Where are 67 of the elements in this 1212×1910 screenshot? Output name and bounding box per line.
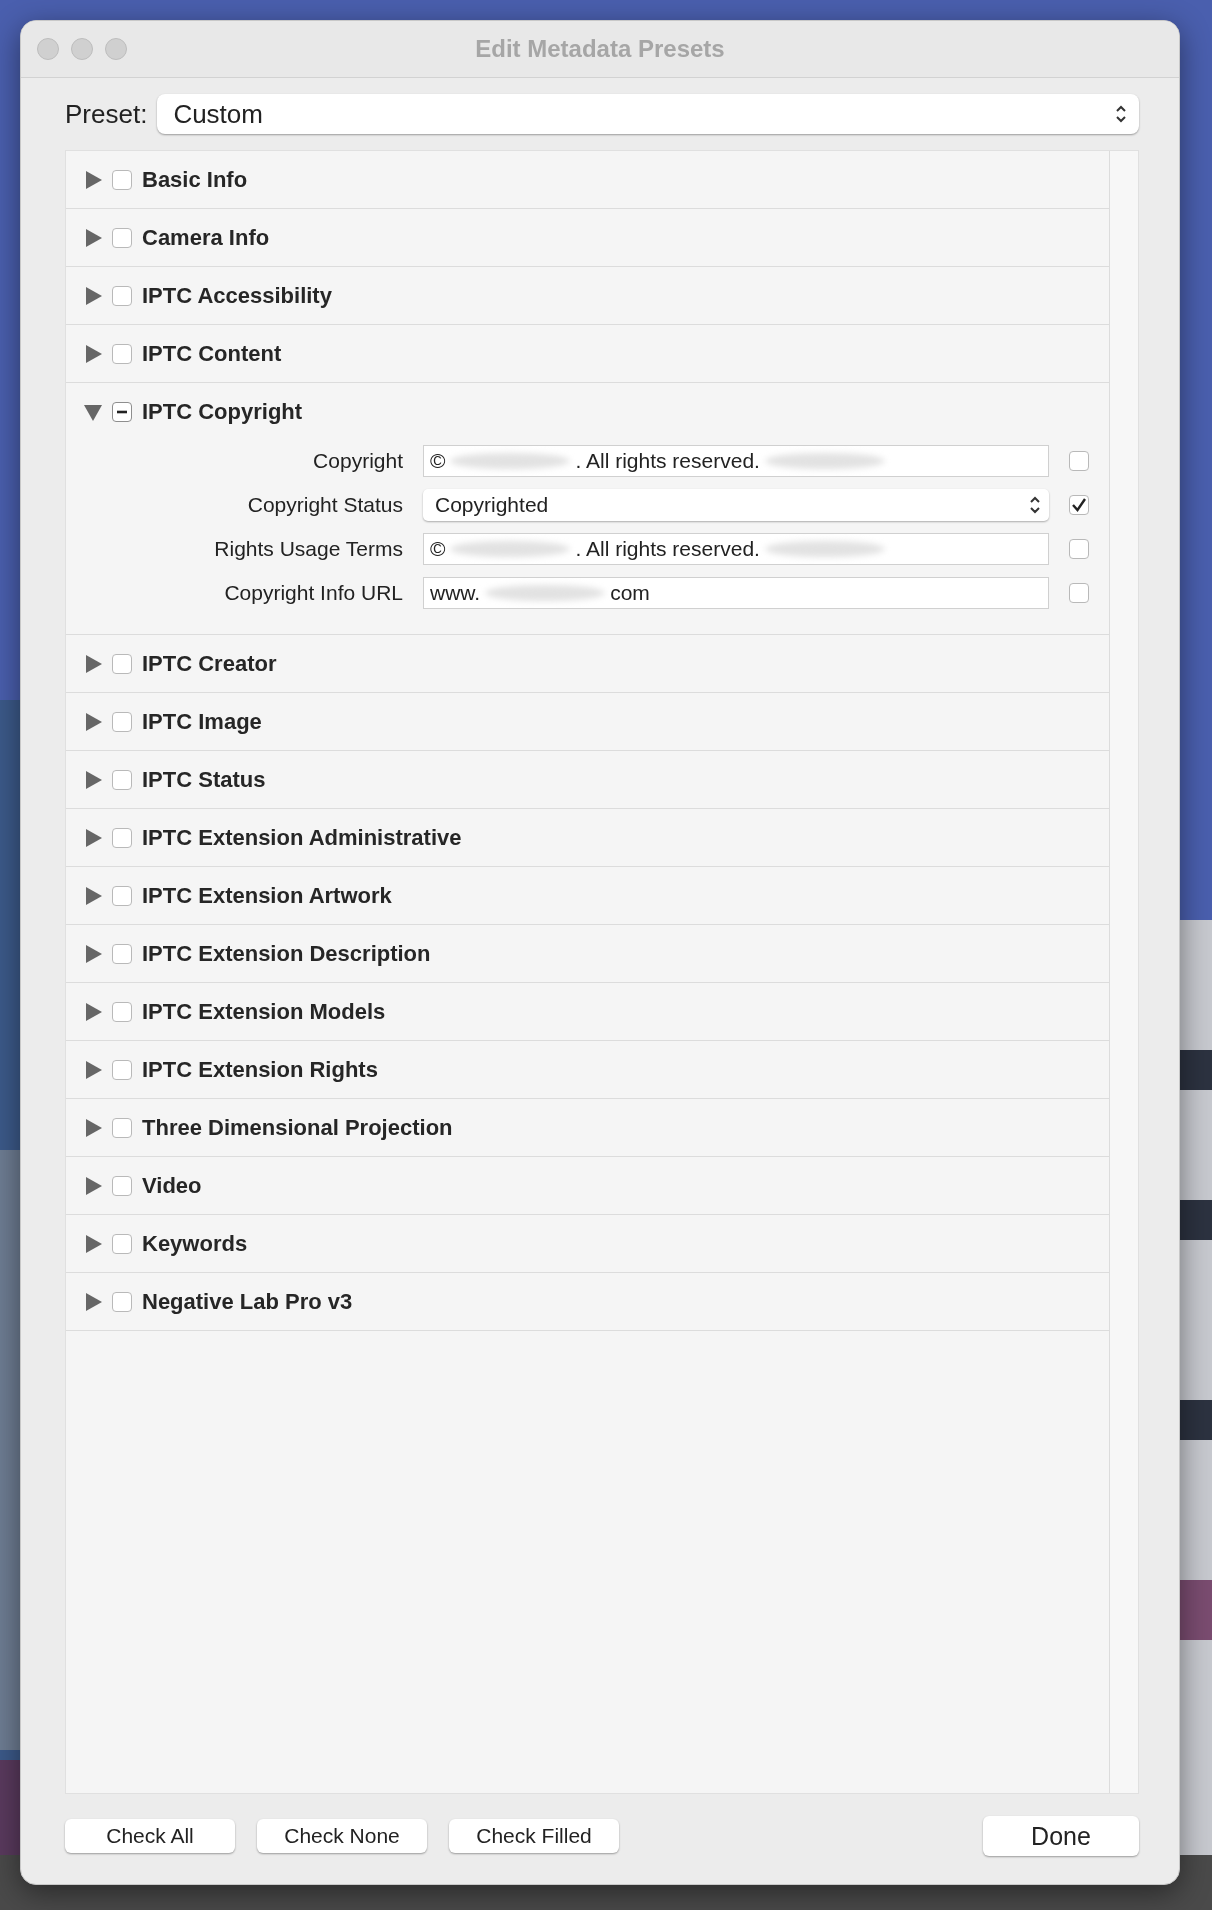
dash-icon: [116, 409, 128, 414]
checkbox[interactable]: [1069, 583, 1089, 603]
field-text: www.: [430, 581, 481, 605]
window-title: Edit Metadata Presets: [475, 35, 725, 63]
section-title: Negative Lab Pro v3: [142, 1288, 353, 1315]
check-button[interactable]: Check None: [257, 1819, 427, 1853]
checkmark-icon: [1071, 497, 1087, 513]
checkbox[interactable]: [112, 653, 132, 674]
checkbox[interactable]: [112, 1059, 132, 1080]
check-button[interactable]: Check All: [65, 1819, 235, 1853]
input-field[interactable]: © . All rights reserved.: [423, 533, 1049, 565]
section-title: IPTC Extension Artwork: [142, 882, 392, 909]
section-title: IPTC Accessibility: [142, 282, 332, 309]
checkbox[interactable]: [112, 943, 132, 964]
checkbox[interactable]: [112, 401, 132, 422]
field-text: . All rights reserved.: [575, 449, 760, 473]
check-button[interactable]: Check Filled: [449, 1819, 619, 1853]
chevron-icon: [1029, 495, 1041, 515]
checkbox[interactable]: [1069, 539, 1089, 559]
section-title: IPTC Extension Models: [142, 998, 386, 1025]
field-label: Copyright: [312, 449, 403, 473]
section-title: Video: [142, 1172, 202, 1199]
input-field[interactable]: © . All rights reserved.: [423, 445, 1049, 477]
zoom-button[interactable]: [105, 38, 127, 60]
checkbox[interactable]: [112, 343, 132, 364]
section-title: Basic Info: [142, 166, 248, 193]
checkbox[interactable]: [112, 1117, 132, 1138]
checkbox[interactable]: [112, 827, 132, 848]
field-label: Copyright Status: [246, 493, 403, 517]
section-title: IPTC Creator: [142, 650, 277, 677]
checkbox[interactable]: [112, 1175, 132, 1196]
section-title: IPTC Content: [142, 340, 282, 367]
checkbox[interactable]: [112, 711, 132, 732]
section-title: Keywords: [142, 1230, 248, 1257]
checkbox[interactable]: [112, 769, 132, 790]
field-text: com: [610, 581, 650, 605]
checkbox[interactable]: [112, 1001, 132, 1022]
checkbox[interactable]: [112, 169, 132, 190]
field-label: Copyright Info URL: [223, 581, 403, 605]
checkbox[interactable]: [112, 1233, 132, 1254]
dropdown[interactable]: Copyrighted: [423, 489, 1049, 521]
close-button[interactable]: [37, 38, 59, 60]
input-field[interactable]: www. com: [423, 577, 1049, 609]
section-title: IPTC Image: [142, 708, 262, 735]
field-text: ©: [430, 449, 446, 473]
preset-label: Preset:: [65, 98, 148, 130]
done-button[interactable]: Done: [983, 1816, 1139, 1856]
checkbox[interactable]: [112, 1291, 132, 1312]
preset-dropdown[interactable]: Custom: [157, 94, 1139, 134]
checkbox[interactable]: [112, 285, 132, 306]
section-title: Three Dimensional Projection: [142, 1114, 453, 1141]
field-label: Rights Usage Terms: [213, 537, 403, 561]
checkbox[interactable]: [112, 227, 132, 248]
section-title: IPTC Extension Description: [142, 940, 431, 967]
checkbox[interactable]: [1069, 495, 1089, 515]
field-text: ©: [430, 537, 446, 561]
checkbox[interactable]: [1069, 451, 1089, 471]
chevron-icon: [1115, 104, 1127, 124]
section-title: IPTC Status: [142, 766, 266, 793]
section-title: IPTC Copyright: [142, 398, 303, 425]
section-title: IPTC Extension Rights: [142, 1056, 378, 1083]
field-text: . All rights reserved.: [575, 537, 760, 561]
minimize-button[interactable]: [71, 38, 93, 60]
checkbox[interactable]: [112, 885, 132, 906]
field-text: Copyrighted: [435, 493, 549, 517]
section-title: Camera Info: [142, 224, 270, 251]
section-title: IPTC Extension Administrative: [142, 824, 462, 851]
